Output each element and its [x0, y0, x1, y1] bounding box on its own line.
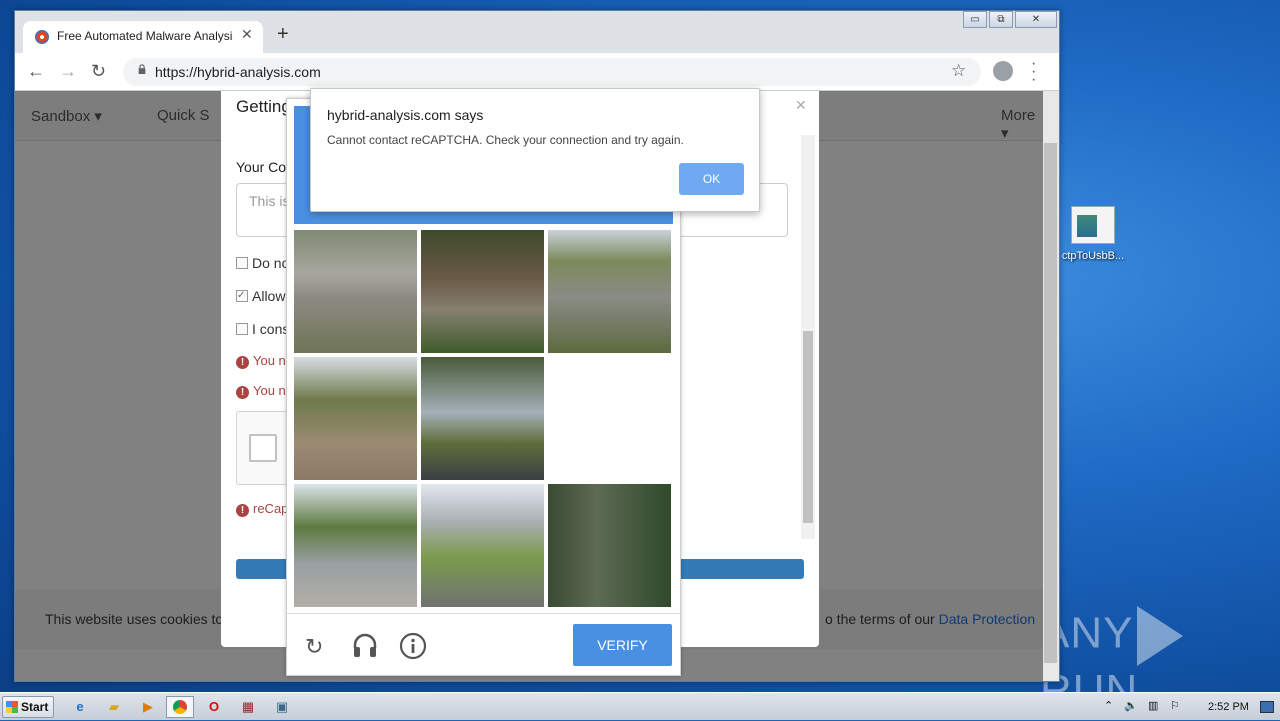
lock-icon: [138, 64, 146, 74]
tray-expand-icon[interactable]: ⌃: [1104, 699, 1113, 712]
grid-tile[interactable]: [421, 484, 544, 607]
comment-label: Your Cor: [236, 159, 291, 175]
error-icon: !: [236, 386, 249, 399]
browser-menu-icon[interactable]: · · ·: [1031, 56, 1036, 88]
headphones-icon[interactable]: [351, 632, 379, 658]
window-close-button[interactable]: ✕: [1015, 11, 1057, 28]
action-center-flag-icon[interactable]: ⚐: [1170, 699, 1180, 712]
window-controls: ▭ ⧉ ✕: [961, 11, 1059, 29]
checkbox-consent-label: I cons: [252, 321, 290, 337]
alert-ok-button[interactable]: OK: [679, 163, 744, 195]
tab-title: Free Automated Malware Analysis S: [57, 29, 233, 43]
back-arrow-icon[interactable]: ←: [27, 61, 45, 82]
recaptcha-image-grid: [294, 230, 673, 609]
ie-icon[interactable]: e: [66, 696, 94, 718]
desktop-file-icon[interactable]: ctpToUsbB...: [1058, 206, 1128, 262]
modal-scrollbar[interactable]: [801, 135, 815, 539]
start-button[interactable]: Start: [2, 696, 54, 718]
modal-close-icon[interactable]: ✕: [795, 97, 807, 114]
desktop-file-label: ctpToUsbB...: [1061, 250, 1125, 262]
tab-close-icon[interactable]: ✕: [241, 26, 253, 43]
winrar-icon[interactable]: ▦: [234, 696, 262, 718]
info-icon[interactable]: [399, 632, 427, 660]
window-app-icon[interactable]: ▣: [268, 696, 296, 718]
minimize-button[interactable]: ▭: [963, 11, 987, 28]
opera-icon[interactable]: O: [200, 696, 228, 718]
checkbox-do-not[interactable]: [236, 257, 248, 269]
nav-more[interactable]: More ▾: [1001, 107, 1043, 142]
cookie-text-left: This website uses cookies to: [45, 611, 224, 627]
network-icon[interactable]: ▥: [1148, 699, 1158, 712]
url-text: https://hybrid-analysis.com: [155, 64, 321, 80]
error-icon: !: [236, 504, 249, 517]
checkbox-allow[interactable]: ✓: [236, 290, 248, 302]
alert-title: hybrid-analysis.com says: [327, 107, 484, 123]
media-player-icon[interactable]: ▶: [134, 696, 162, 718]
forward-arrow-icon[interactable]: →: [59, 61, 77, 82]
file-icon: [1071, 206, 1115, 244]
error-text-2: You n: [253, 383, 286, 398]
tab-strip: Free Automated Malware Analysis S ✕ + ▭ …: [15, 11, 1059, 53]
error-icon: !: [236, 356, 249, 369]
reload-icon[interactable]: ↻: [91, 61, 106, 82]
reload-icon[interactable]: ↻: [305, 634, 323, 660]
checkbox-consent[interactable]: [236, 323, 248, 335]
new-tab-icon[interactable]: +: [277, 23, 289, 46]
grid-tile[interactable]: [548, 484, 671, 607]
browser-tab[interactable]: Free Automated Malware Analysis S ✕: [23, 21, 263, 53]
explorer-folder-icon[interactable]: ▰: [100, 696, 128, 718]
grid-tile[interactable]: [294, 357, 417, 480]
modal-title: Getting: [236, 97, 291, 116]
recaptcha-checkbox[interactable]: [249, 434, 277, 462]
data-protection-link[interactable]: Data Protection: [939, 611, 1036, 627]
show-desktop-icon[interactable]: [1260, 701, 1274, 713]
page-scroll-thumb[interactable]: [1044, 143, 1057, 663]
nav-quick[interactable]: Quick S: [157, 107, 210, 124]
cookie-text-right-span: o the terms of our: [825, 611, 939, 627]
cookie-text-right: o the terms of our Data Protection: [825, 611, 1035, 627]
chrome-icon: [173, 700, 187, 714]
taskbar-clock[interactable]: 2:52 PM: [1208, 701, 1249, 713]
error-text-3: reCap: [253, 501, 289, 516]
taskbar: Start e ▰ ▶ O ▦ ▣ ⌃ 🔈 ▥ ⚐ 2:52 PM: [0, 692, 1280, 720]
address-bar[interactable]: https://hybrid-analysis.com ☆: [123, 58, 981, 86]
recaptcha-footer: ↻ VERIFY: [287, 613, 680, 677]
modal-scroll-thumb[interactable]: [803, 331, 813, 523]
grid-tile[interactable]: [548, 357, 671, 480]
checkbox-allow-label: Allow: [252, 288, 286, 304]
alert-message: Cannot contact reCAPTCHA. Check your con…: [327, 133, 684, 147]
alert-dialog: hybrid-analysis.com says Cannot contact …: [310, 88, 760, 212]
grid-tile[interactable]: [548, 230, 671, 353]
nav-sandbox[interactable]: Sandbox ▾: [31, 107, 102, 125]
grid-tile[interactable]: [421, 357, 544, 480]
error-message-2: ! You n: [236, 383, 286, 399]
chrome-taskbar-icon[interactable]: [166, 696, 194, 718]
play-logo-icon: [1137, 606, 1184, 666]
profile-avatar-icon[interactable]: [993, 61, 1013, 81]
comment-placeholder: This is: [249, 193, 290, 209]
system-tray: ⌃ 🔈 ▥ ⚐: [1100, 695, 1280, 719]
browser-toolbar: ← → ↻ https://hybrid-analysis.com ☆ · · ·: [15, 53, 1059, 91]
error-text-1: You n: [253, 353, 286, 368]
restore-button[interactable]: ⧉: [989, 11, 1013, 28]
grid-tile[interactable]: [421, 230, 544, 353]
site-favicon-icon: [35, 30, 49, 44]
volume-icon[interactable]: 🔈: [1124, 699, 1138, 712]
verify-button[interactable]: VERIFY: [573, 624, 672, 666]
checkbox-do-not-label: Do no: [252, 255, 290, 271]
error-message-1: ! You n: [236, 353, 286, 369]
page-scrollbar[interactable]: [1043, 91, 1059, 681]
grid-tile[interactable]: [294, 230, 417, 353]
grid-tile[interactable]: [294, 484, 417, 607]
error-message-3: ! reCap: [236, 501, 288, 517]
bookmark-star-icon[interactable]: ☆: [951, 61, 966, 81]
